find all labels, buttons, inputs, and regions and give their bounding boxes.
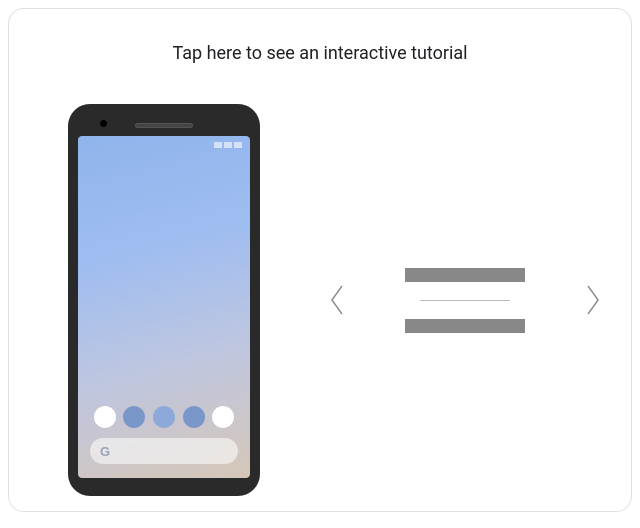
- status-bar: [214, 142, 242, 148]
- phone-top: [78, 114, 250, 136]
- phone-frame: G: [68, 104, 260, 496]
- carousel-area: [319, 268, 631, 333]
- app-icon: [94, 406, 116, 428]
- phone-screen: G: [78, 136, 250, 478]
- prev-arrow-button[interactable]: [319, 270, 355, 330]
- speaker-icon: [135, 123, 193, 128]
- phone-area: G: [9, 104, 319, 496]
- tutorial-heading: Tap here to see an interactive tutorial: [9, 9, 631, 64]
- app-dock: [78, 406, 250, 428]
- content-row: G: [9, 119, 631, 481]
- tutorial-card[interactable]: Tap here to see an interactive tutorial: [8, 8, 632, 512]
- placeholder-bar: [420, 300, 510, 301]
- app-icon: [212, 406, 234, 428]
- placeholder-bar: [405, 268, 525, 282]
- google-logo-icon: G: [100, 444, 110, 459]
- chevron-left-icon: [327, 282, 347, 318]
- chevron-right-icon: [583, 282, 603, 318]
- app-icon: [153, 406, 175, 428]
- placeholder-bar: [405, 319, 525, 333]
- text-placeholder: [405, 268, 525, 333]
- search-pill: G: [90, 438, 238, 464]
- app-icon: [123, 406, 145, 428]
- camera-icon: [100, 120, 107, 127]
- app-icon: [183, 406, 205, 428]
- next-arrow-button[interactable]: [575, 270, 611, 330]
